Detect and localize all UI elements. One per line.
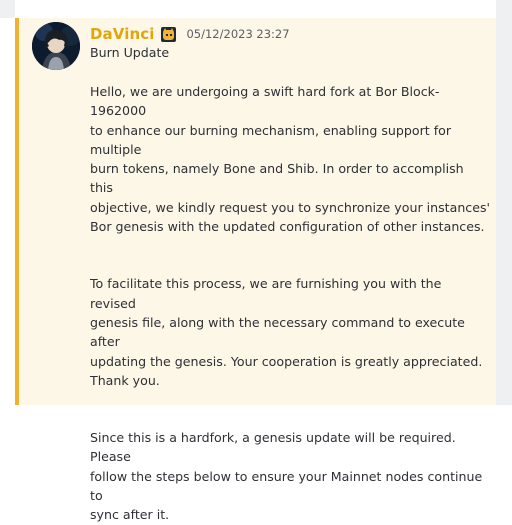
message-paragraph: Since this is a hardfork, a genesis upda… <box>90 430 483 523</box>
previous-message-area <box>0 0 512 18</box>
avatar[interactable] <box>32 22 80 70</box>
message-paragraph: To facilitate this process, we are furni… <box>90 276 483 388</box>
message-timestamp[interactable]: 05/12/2023 23:27 <box>186 27 289 41</box>
message-header: DaVinci 05/12/2023 23:27 <box>90 23 290 45</box>
previous-message-card <box>15 0 496 18</box>
message-subject: Burn Update <box>90 45 170 60</box>
highlighted-message[interactable]: DaVinci 05/12/2023 23:27 Burn Update Hel… <box>15 18 496 522</box>
avatar-image <box>32 22 80 70</box>
cat-emoji-icon[interactable] <box>161 26 177 42</box>
author-name[interactable]: DaVinci <box>90 25 154 43</box>
message-content: Burn Update Hello, we are undergoing a s… <box>90 43 490 525</box>
message-paragraph: Hello, we are undergoing a swift hard fo… <box>90 84 490 235</box>
chat-gutter <box>496 18 512 405</box>
